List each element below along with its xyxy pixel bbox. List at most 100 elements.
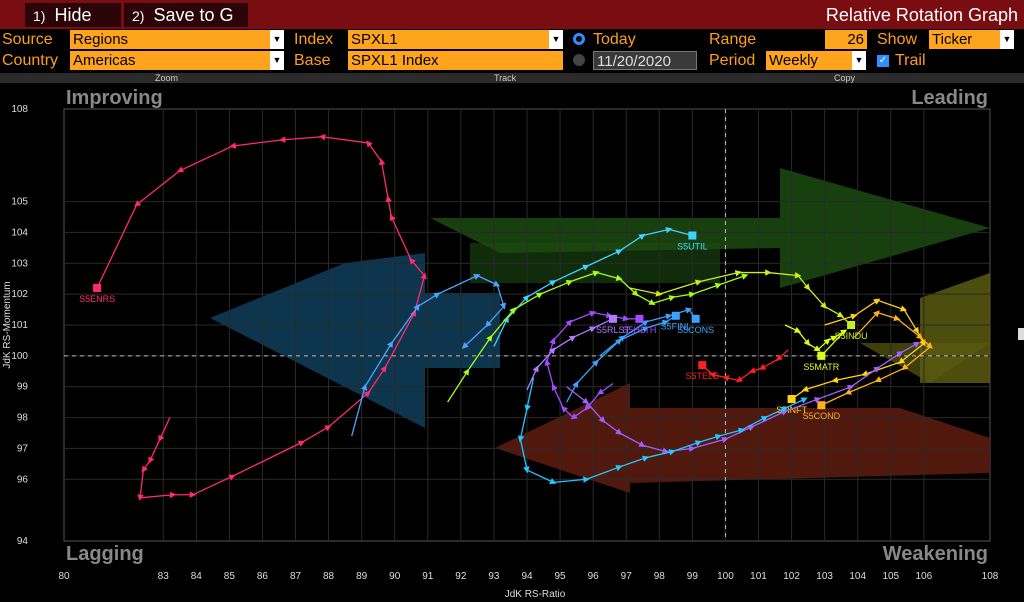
- y-tick-label: 102: [11, 289, 28, 300]
- series-endpoint-marker[interactable]: [847, 321, 856, 329]
- series-ticker-label: S5TELS: [686, 371, 720, 381]
- show-label: Show: [877, 31, 918, 48]
- save-button[interactable]: 2) Save to G: [124, 3, 248, 27]
- side-handle[interactable]: [1018, 328, 1024, 340]
- date-radio[interactable]: [573, 54, 585, 66]
- y-tick-label: 105: [11, 197, 28, 208]
- period-select[interactable]: Weekly ▼: [766, 51, 866, 70]
- today-radio[interactable]: [573, 33, 585, 45]
- index-value: SPXL1: [351, 31, 398, 48]
- hide-label: Hide: [54, 5, 92, 25]
- series-endpoint-marker[interactable]: [698, 361, 707, 370]
- y-tick-label: 96: [17, 474, 29, 485]
- quadrant-leading-label: Leading: [911, 87, 988, 109]
- series-endpoint-marker[interactable]: [817, 351, 826, 360]
- chevron-down-icon[interactable]: ▼: [852, 51, 866, 70]
- trail-checkbox[interactable]: ✓: [877, 55, 889, 67]
- x-tick-label: 97: [621, 571, 633, 582]
- x-tick-label: 102: [783, 571, 800, 582]
- x-tick-label: 88: [323, 571, 335, 582]
- chevron-down-icon[interactable]: ▼: [270, 51, 284, 70]
- save-label: Save to G: [153, 5, 234, 25]
- show-select[interactable]: Ticker ▼: [929, 30, 1014, 49]
- subbar: Zoom Track Copy: [0, 73, 1024, 83]
- x-tick-label: 100: [717, 571, 734, 582]
- y-axis-ticks: 108 105 104 103 102 101 100 99 98 97 96 94: [11, 104, 28, 547]
- series-ticker-label: S5ENRS: [79, 294, 115, 304]
- series-ticker-label: S5UTIL: [677, 242, 708, 252]
- zoom-button[interactable]: Zoom: [155, 73, 178, 83]
- y-tick-label: 98: [17, 413, 29, 424]
- range-label: Range: [709, 31, 757, 48]
- series-endpoint-marker[interactable]: [93, 283, 102, 292]
- series-ticker-label: S5RLST: [596, 325, 631, 335]
- parameter-panel: Source Regions ▼ Index SPXL1 ▼ Today Ran…: [0, 29, 1024, 73]
- x-axis-label: JdK RS-Ratio: [505, 589, 566, 600]
- x-tick-label: 86: [257, 571, 269, 582]
- series-endpoint-marker[interactable]: [608, 314, 617, 323]
- range-input[interactable]: 26: [825, 30, 867, 49]
- x-tick-label: 105: [882, 571, 899, 582]
- x-tick-label: 94: [521, 571, 533, 582]
- series-endpoint-marker[interactable]: [787, 395, 796, 404]
- x-tick-label: 84: [191, 571, 203, 582]
- copy-button[interactable]: Copy: [834, 73, 855, 83]
- y-tick-label: 108: [11, 104, 28, 115]
- y-tick-label: 100: [11, 351, 28, 362]
- index-label: Index: [294, 31, 334, 48]
- x-tick-label: 90: [389, 571, 401, 582]
- base-label: Base: [294, 52, 331, 69]
- source-select[interactable]: Regions ▼: [70, 30, 284, 49]
- series-ticker-label: S5MATR: [803, 362, 839, 372]
- chevron-down-icon[interactable]: ▼: [270, 30, 284, 49]
- x-tick-label: 91: [422, 571, 434, 582]
- series-endpoint-marker[interactable]: [635, 314, 644, 323]
- x-axis-ticks: 80 83 84 85 86 87 88 89 90 91 92 93 94 95 96 97 98 99 100 1…: [58, 571, 998, 582]
- x-tick-label: 99: [687, 571, 699, 582]
- country-select[interactable]: Americas ▼: [70, 51, 284, 70]
- y-tick-label: 101: [11, 320, 28, 331]
- date-input[interactable]: 11/20/2020: [593, 51, 697, 70]
- y-axis-label: JdK RS-Momentum: [2, 281, 13, 368]
- series-endpoint-marker[interactable]: [691, 314, 700, 323]
- quadrant-weakening-label: Weakening: [883, 543, 988, 565]
- y-tick-label: 103: [11, 258, 28, 269]
- y-tick-label: 94: [17, 536, 29, 547]
- show-value: Ticker: [932, 31, 973, 48]
- x-tick-label: 95: [555, 571, 567, 582]
- country-label: Country: [2, 52, 59, 69]
- track-button[interactable]: Track: [494, 73, 516, 83]
- x-tick-label: 83: [158, 571, 170, 582]
- period-label: Period: [709, 52, 756, 69]
- x-tick-label: 98: [654, 571, 666, 582]
- x-tick-label: 85: [224, 571, 236, 582]
- chevron-down-icon[interactable]: ▼: [549, 30, 563, 49]
- window-title: Relative Rotation Graph: [825, 5, 1018, 25]
- toolbar: 1) Hide 2) Save to G Relative Rotation G…: [0, 0, 1024, 29]
- hide-button[interactable]: 1) Hide: [25, 3, 121, 27]
- relative-rotation-chart[interactable]: 80 83 84 85 86 87 88 89 90 91 92 93 94 95 96 97 98 99 100 1…: [0, 83, 1024, 602]
- chevron-down-icon[interactable]: ▼: [1000, 30, 1014, 49]
- x-tick-label: 108: [982, 571, 999, 582]
- quadrant-improving-label: Improving: [66, 87, 163, 109]
- x-tick-label: 92: [455, 571, 467, 582]
- x-tick-label: 104: [849, 571, 866, 582]
- period-value: Weekly: [769, 52, 818, 69]
- x-tick-label: 93: [488, 571, 500, 582]
- x-tick-label: 106: [916, 571, 933, 582]
- series-endpoint-marker[interactable]: [817, 401, 826, 410]
- base-input[interactable]: SPXL1 Index: [348, 51, 563, 70]
- x-tick-label: 87: [290, 571, 302, 582]
- today-label: Today: [593, 31, 636, 48]
- hide-shortcut-number: 1): [33, 8, 46, 24]
- source-value: Regions: [73, 31, 129, 48]
- x-tick-label: 101: [750, 571, 767, 582]
- series-endpoint-marker[interactable]: [688, 231, 697, 240]
- series-ticker-label: S5CONS: [677, 325, 714, 335]
- y-tick-label: 99: [17, 382, 29, 393]
- y-tick-label: 104: [11, 227, 28, 238]
- quadrant-lagging-label: Lagging: [66, 543, 144, 565]
- y-tick-label: 97: [17, 443, 29, 454]
- series-ticker-label: S5COND: [803, 411, 841, 421]
- index-select[interactable]: SPXL1 ▼: [348, 30, 563, 49]
